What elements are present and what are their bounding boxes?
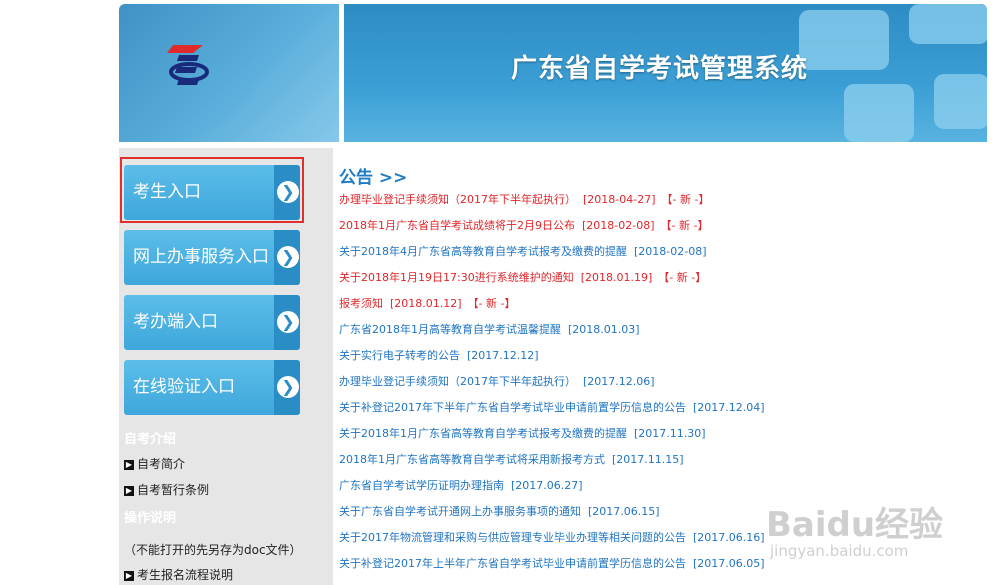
watermark-logo: Baidu经验 [766,505,944,545]
notice-date: [2017.06.15] [588,505,660,518]
notice-link[interactable]: 关于2018年4月广东省高等教育自学考试报考及缴费的提醒 [339,245,627,258]
notice-link[interactable]: 关于补登记2017年上半年广东省自学考试毕业申请前置学历信息的公告 [339,557,686,570]
notice-date: [2018-04-27] [583,193,656,206]
sidebar: 考生入口 ❯ 网上办事服务入口 ❯ 考办端入口 ❯ 在线验证入口 ❯ 自考介绍 … [119,148,333,585]
notice-link[interactable]: 广东省2018年1月高等教育自学考试温馨提醒 [339,323,561,336]
arrow-right-icon: ❯ [274,295,300,350]
notice-item: 关于2018年4月广东省高等教育自学考试报考及缴费的提醒 [2018-02-08… [339,244,979,270]
notice-link[interactable]: 办理毕业登记手续须知（2017年下半年起执行） [339,193,576,206]
notice-date: [2017.12.04] [693,401,765,414]
highlight-box [120,157,304,223]
arrow-bullet-icon: ▶ [124,570,134,581]
notice-date: [2017.11.30] [634,427,706,440]
notice-item: 关于实行电子转考的公告 [2017.12.12] [339,348,979,374]
notice-heading: 公告 >> [339,168,408,188]
exam-office-entry-button[interactable]: 考办端入口 ❯ [124,295,300,350]
site-header: 广东省自学考试管理系统 [119,4,987,142]
notice-item: 关于2018年1月19日17:30进行系统维护的通知 [2018.01.19] 【… [339,270,979,296]
notice-item: 办理毕业登记手续须知（2017年下半年起执行） [2018-04-27] 【- 新… [339,192,979,218]
guide-note: （不能打开的先另存为doc文件） [124,543,302,557]
notice-date: [2018-02-08] [582,219,655,232]
section-title-guide: 操作说明 [124,511,177,526]
header-banner: 广东省自学考试管理系统 [344,4,987,142]
notice-link[interactable]: 关于2018年1月19日17:30进行系统维护的通知 [339,271,574,284]
sidebar-link-intro[interactable]: ▶ 自考简介 [124,455,185,472]
arrow-bullet-icon: ▶ [124,459,134,470]
notice-item: 关于补登记2017年下半年广东省自学考试毕业申请前置学历信息的公告 [2017.… [339,400,979,426]
sidebar-link-registration-guide[interactable]: ▶ 考生报名流程说明 [124,566,233,583]
notice-link[interactable]: 关于补登记2017年下半年广东省自学考试毕业申请前置学历信息的公告 [339,401,686,414]
notice-link[interactable]: 办理毕业登记手续须知（2017年下半年起执行） [339,375,576,388]
new-badge: 【- 新 -】 [658,271,707,284]
site-logo-icon [167,45,209,85]
notice-date: [2017.06.16] [693,531,765,544]
new-badge: 【- 新 -】 [467,297,516,310]
watermark-url: jingyan.baidu.com [770,542,909,560]
entry-label: 网上办事服务入口 [133,247,269,267]
notice-item: 2018年1月广东省高等教育自学考试将采用新报考方式 [2017.11.15] [339,452,979,478]
page-title: 广东省自学考试管理系统 [511,54,809,84]
notice-date: [2018.01.19] [580,271,653,284]
online-service-entry-button[interactable]: 网上办事服务入口 ❯ [124,230,300,285]
section-title-intro: 自考介绍 [124,432,177,447]
online-verify-entry-button[interactable]: 在线验证入口 ❯ [124,360,300,415]
entry-label: 考办端入口 [133,312,218,332]
notice-link[interactable]: 2018年1月广东省高等教育自学考试将采用新报考方式 [339,453,605,466]
arrow-bullet-icon: ▶ [124,485,134,496]
notice-link[interactable]: 关于2018年1月广东省高等教育自学考试报考及缴费的提醒 [339,427,627,440]
sidebar-link-regulations[interactable]: ▶ 自考暂行条例 [124,481,209,498]
arrow-right-icon: ❯ [274,360,300,415]
notice-date: [2017.06.05] [693,557,765,570]
notice-link[interactable]: 关于2017年物流管理和采购与供应管理专业毕业办理等相关问题的公告 [339,531,686,544]
notice-date: [2017.12.06] [583,375,655,388]
notice-item: 2018年1月广东省自学考试成绩将于2月9日公布 [2018-02-08] 【- … [339,218,979,244]
new-badge: 【- 新 -】 [660,219,709,232]
notice-item: 报考须知 [2018.01.12] 【- 新 -】 [339,296,979,322]
entry-label: 在线验证入口 [133,377,235,397]
notice-date: [2017.06.27] [511,479,583,492]
notice-item: 办理毕业登记手续须知（2017年下半年起执行） [2017.12.06] [339,374,979,400]
arrow-right-icon: ❯ [274,230,300,285]
notice-link[interactable]: 关于广东省自学考试开通网上办事服务事项的通知 [339,505,581,518]
notice-date: [2018.01.12] [390,297,462,310]
notice-item: 关于2018年1月广东省高等教育自学考试报考及缴费的提醒 [2017.11.30… [339,426,979,452]
notice-link[interactable]: 关于实行电子转考的公告 [339,349,460,362]
notice-date: [2017.11.15] [612,453,684,466]
notice-link[interactable]: 广东省自学考试学历证明办理指南 [339,479,504,492]
notice-date: [2018-02-08] [634,245,707,258]
notice-date: [2018.01.03] [568,323,640,336]
new-badge: 【- 新 -】 [661,193,710,206]
notice-date: [2017.12.12] [467,349,539,362]
notice-item: 广东省2018年1月高等教育自学考试温馨提醒 [2018.01.03] [339,322,979,348]
notice-link[interactable]: 报考须知 [339,297,383,310]
notice-link[interactable]: 2018年1月广东省自学考试成绩将于2月9日公布 [339,219,575,232]
logo-panel [119,4,339,142]
